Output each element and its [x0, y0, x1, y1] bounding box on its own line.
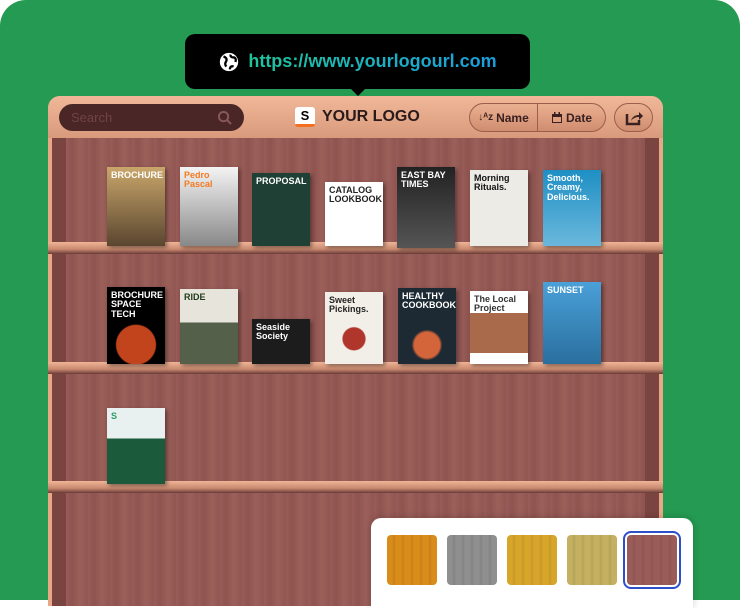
swatch-cherry-wood[interactable] [623, 531, 681, 589]
swatch-orange-wood[interactable] [387, 535, 437, 585]
url-link[interactable]: https://www.yourlogourl.com [248, 51, 496, 72]
book-cover[interactable]: Sweet Pickings. [325, 292, 383, 364]
sort-by-date-button[interactable]: Date [537, 104, 605, 131]
book-cover[interactable]: Seaside Society [252, 319, 310, 364]
book-cover[interactable]: PROPOSAL [252, 173, 310, 246]
theme-swatches [371, 518, 693, 608]
book-title: RIDE [184, 292, 206, 302]
book-title: CATALOG LOOKBOOK [329, 185, 382, 205]
book-cover[interactable]: RIDE [180, 289, 238, 364]
search-box[interactable] [59, 104, 244, 131]
search-icon[interactable] [217, 110, 232, 125]
book-title: EAST BAY TIMES [401, 170, 446, 190]
book-cover[interactable]: HEALTHY COOKBOOK [398, 288, 456, 364]
swatch-gray-wood[interactable] [447, 535, 497, 585]
book-title: Smooth, Creamy, Delicious. [547, 173, 590, 202]
book-title: S [111, 411, 118, 421]
sort-group: ↓ᴬz Name Date [469, 103, 606, 132]
sort-date-label: Date [565, 110, 592, 125]
sort-name-label: Name [496, 110, 529, 125]
logo[interactable]: S YOUR LOGO [295, 107, 420, 127]
book-title: Morning Rituals. [474, 173, 510, 193]
toolbar: S YOUR LOGO ↓ᴬzName Date [48, 96, 663, 138]
share-icon [625, 111, 643, 125]
sort-az-icon: ↓ᴬz [478, 112, 494, 123]
book-cover[interactable]: EAST BAY TIMES [397, 167, 455, 248]
book-title: Sweet Pickings. [329, 295, 369, 315]
book-cover[interactable]: S [107, 408, 165, 484]
logo-mark: S [295, 107, 315, 127]
swatch-gold-wood[interactable] [507, 535, 557, 585]
book-title: PROPOSAL [256, 176, 307, 186]
share-button[interactable] [614, 103, 653, 132]
book-title: The Local Project [474, 294, 517, 314]
book-title: Pedro Pascal [184, 170, 213, 190]
book-cover[interactable]: Pedro Pascal [180, 167, 238, 246]
book-cover[interactable]: BROCHURE SPACE TECH [107, 287, 165, 364]
search-input[interactable] [71, 110, 211, 125]
url-tooltip: https://www.yourlogourl.com [185, 34, 530, 96]
book-title: HEALTHY COOKBOOK [402, 291, 456, 311]
globe-icon [220, 52, 239, 71]
calendar-icon [551, 111, 562, 123]
book-title: SUNSET [547, 285, 584, 295]
book-title: Seaside Society [256, 322, 291, 342]
swatch-olive-wood[interactable] [567, 535, 617, 585]
book-title: BROCHURE [111, 170, 164, 180]
book-cover[interactable]: CATALOG LOOKBOOK [325, 182, 383, 246]
sort-by-name-button[interactable]: ↓ᴬz Name [470, 104, 537, 131]
book-cover[interactable]: BROCHURE [107, 167, 165, 246]
book-cover[interactable]: Morning Rituals. [470, 170, 528, 246]
book-title: BROCHURE SPACE TECH [111, 290, 164, 319]
logo-text: YOUR LOGO [322, 108, 420, 125]
book-cover[interactable]: The Local Project [470, 291, 528, 364]
book-cover[interactable]: Smooth, Creamy, Delicious. [543, 170, 601, 246]
book-cover[interactable]: SUNSET [543, 282, 601, 364]
